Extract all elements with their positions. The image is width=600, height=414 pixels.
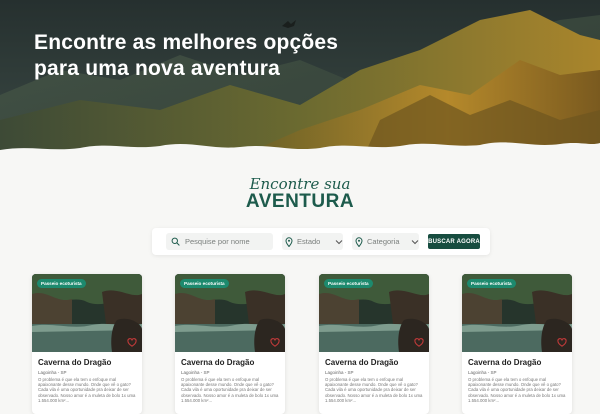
hero-title-line-2: para uma nova aventura [34,57,280,80]
heart-icon[interactable] [557,338,567,347]
card-image: Passeio ecoturista [32,274,142,352]
card-location: Lagoinha - SP [38,370,67,375]
card-image: Passeio ecoturista [175,274,285,352]
category-select-label: Categoria [367,237,400,246]
card-description: O problema é que ela tem o enfoque mal a… [468,377,566,403]
category-badge: Passeio ecoturista [37,279,86,288]
destination-card[interactable]: Passeio ecoturista Caverna do Dragão Lag… [462,274,572,414]
state-select-label: Estado [297,237,321,246]
search-input[interactable]: Pesquise por nome [166,233,273,250]
destination-card[interactable]: Passeio ecoturista Caverna do Dragão Lag… [175,274,285,414]
card-title: Caverna do Dragão [325,358,399,367]
logo-main-text: AVENTURA [245,191,355,212]
card-image: Passeio ecoturista [319,274,429,352]
category-badge: Passeio ecoturista [180,279,229,288]
heart-icon[interactable] [414,338,424,347]
cards-grid: Passeio ecoturista Caverna do Dragão Lag… [0,274,600,414]
search-icon [171,237,180,246]
site-logo: Encontre sua AVENTURA [0,176,600,212]
heart-icon[interactable] [127,338,137,347]
logo-script-text: Encontre sua [249,175,351,193]
destination-card[interactable]: Passeio ecoturista Caverna do Dragão Lag… [319,274,429,414]
card-title: Caverna do Dragão [38,358,112,367]
card-title: Caverna do Dragão [468,358,542,367]
card-title: Caverna do Dragão [181,358,255,367]
chevron-down-icon [335,239,343,244]
card-location: Lagoinha - SP [181,370,210,375]
search-bar: Pesquise por nome Estado Categoria BUSCA… [152,228,490,255]
hero-banner: Encontre as melhores opções para uma nov… [0,0,600,165]
card-description: O problema é que ela tem o enfoque mal a… [38,377,136,403]
heart-icon[interactable] [270,338,280,347]
category-select[interactable]: Categoria [352,233,419,250]
location-pin-icon [285,236,293,247]
card-image: Passeio ecoturista [462,274,572,352]
chevron-down-icon [411,239,419,244]
mountain-landscape-image [0,0,600,165]
card-description: O problema é que ela tem o enfoque mal a… [181,377,279,403]
card-description: O problema é que ela tem o enfoque mal a… [325,377,423,403]
card-location: Lagoinha - SP [325,370,354,375]
search-now-button[interactable]: BUSCAR AGORA [428,234,480,249]
category-badge: Passeio ecoturista [467,279,516,288]
destination-card[interactable]: Passeio ecoturista Caverna do Dragão Lag… [32,274,142,414]
hero-title-line-1: Encontre as melhores opções [34,31,339,54]
search-placeholder: Pesquise por nome [185,237,250,246]
category-badge: Passeio ecoturista [324,279,373,288]
card-location: Lagoinha - SP [468,370,497,375]
hero-title: Encontre as melhores opções para uma nov… [34,30,338,82]
state-select[interactable]: Estado [282,233,343,250]
location-pin-icon [355,236,363,247]
